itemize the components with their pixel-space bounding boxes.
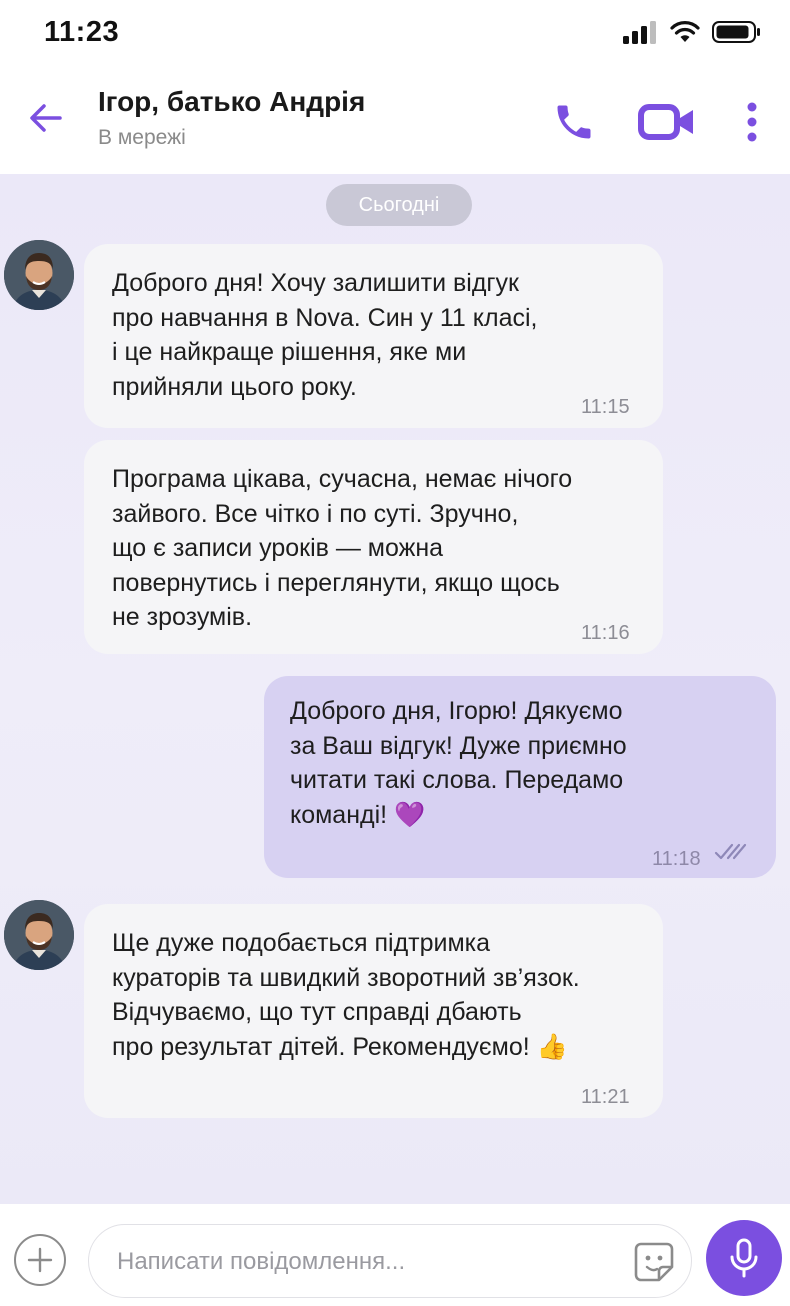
call-button[interactable] <box>548 96 600 148</box>
message-text: Доброго дня! Хочу залишити відгук про на… <box>112 269 538 401</box>
message-input[interactable] <box>117 1243 617 1281</box>
message-time: 11:16 <box>581 622 630 644</box>
message-field[interactable] <box>88 1224 692 1298</box>
message-bubble-outgoing[interactable]: Доброго дня, Ігорю! Дякуємо за Ваш відгу… <box>264 676 776 878</box>
message-time: 11:15 <box>581 396 630 418</box>
cellular-signal-icon <box>623 21 656 44</box>
message-bubble-incoming[interactable]: Доброго дня! Хочу залишити відгук про на… <box>84 244 663 428</box>
wifi-icon <box>670 21 700 42</box>
microphone-icon <box>730 1238 758 1278</box>
status-time: 11:23 <box>44 16 120 48</box>
message-time: 11:18 <box>652 848 701 870</box>
attach-button[interactable] <box>14 1234 66 1286</box>
message-text: Програма цікава, сучасна, немає нічого з… <box>112 465 573 631</box>
back-button[interactable] <box>22 94 70 142</box>
double-check-icon <box>714 842 747 862</box>
message-composer <box>0 1204 790 1306</box>
battery-icon <box>712 21 760 43</box>
message-text: Ще дуже подобається підтримка кураторів … <box>112 929 580 1061</box>
avatar-image <box>4 240 74 310</box>
video-camera-icon <box>638 104 693 140</box>
chat-messages-area[interactable]: Сьогодні Доброго дня! Хочу залишити відг… <box>0 174 790 1204</box>
avatar-image <box>4 900 74 970</box>
video-call-button[interactable] <box>636 96 698 148</box>
contact-avatar[interactable] <box>4 240 74 310</box>
more-options-button[interactable] <box>730 96 774 148</box>
sticker-icon <box>634 1242 674 1282</box>
message-text: Доброго дня, Ігорю! Дякуємо за Ваш відгу… <box>290 697 627 829</box>
sticker-button[interactable] <box>631 1239 677 1285</box>
status-icons <box>622 20 762 44</box>
status-bar: 11:23 <box>0 0 790 70</box>
contact-name[interactable]: Ігор, батько Андрія <box>98 86 365 118</box>
arrow-left-icon <box>30 104 62 132</box>
chat-header: Ігор, батько Андрія В мережі <box>0 70 790 174</box>
contact-avatar[interactable] <box>4 900 74 970</box>
contact-status: В мережі <box>98 126 186 149</box>
message-time: 11:21 <box>581 1086 630 1108</box>
more-vertical-icon <box>747 102 757 142</box>
date-separator: Сьогодні <box>326 184 472 226</box>
plus-icon <box>27 1247 53 1273</box>
message-bubble-incoming[interactable]: Програма цікава, сучасна, немає нічого з… <box>84 440 663 654</box>
message-bubble-incoming[interactable]: Ще дуже подобається підтримка кураторів … <box>84 904 663 1118</box>
phone-icon <box>557 105 591 139</box>
voice-message-button[interactable] <box>706 1220 782 1296</box>
